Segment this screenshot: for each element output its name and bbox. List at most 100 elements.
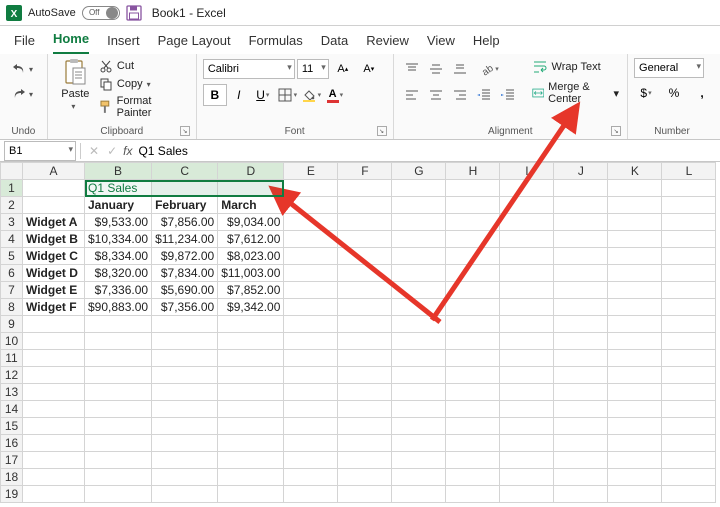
- cell-C5[interactable]: $9,872.00: [152, 248, 218, 265]
- cell-D3[interactable]: $9,034.00: [218, 214, 284, 231]
- cell-L5[interactable]: [662, 248, 716, 265]
- cell-I12[interactable]: [500, 367, 554, 384]
- cell-I16[interactable]: [500, 435, 554, 452]
- cell-E16[interactable]: [284, 435, 338, 452]
- cell-H1[interactable]: [446, 180, 500, 197]
- cell-H4[interactable]: [446, 231, 500, 248]
- cell-K14[interactable]: [608, 401, 662, 418]
- cell-E15[interactable]: [284, 418, 338, 435]
- cell-C9[interactable]: [152, 316, 218, 333]
- tab-home[interactable]: Home: [53, 27, 89, 54]
- worksheet-grid[interactable]: ABCDEFGHIJKL1Q1 Sales2JanuaryFebruaryMar…: [0, 162, 716, 503]
- cell-I5[interactable]: [500, 248, 554, 265]
- row-header-18[interactable]: 18: [1, 469, 23, 486]
- cell-H5[interactable]: [446, 248, 500, 265]
- cell-B17[interactable]: [85, 452, 152, 469]
- col-header-J[interactable]: J: [554, 163, 608, 180]
- cell-I9[interactable]: [500, 316, 554, 333]
- accounting-format-button[interactable]: $▾: [634, 82, 658, 104]
- tab-help[interactable]: Help: [473, 29, 500, 54]
- col-header-E[interactable]: E: [284, 163, 338, 180]
- cell-A9[interactable]: [23, 316, 85, 333]
- cell-A17[interactable]: [23, 452, 85, 469]
- col-header-L[interactable]: L: [662, 163, 716, 180]
- cell-I6[interactable]: [500, 265, 554, 282]
- cell-B18[interactable]: [85, 469, 152, 486]
- tab-view[interactable]: View: [427, 29, 455, 54]
- cell-J18[interactable]: [554, 469, 608, 486]
- cell-L6[interactable]: [662, 265, 716, 282]
- cell-B14[interactable]: [85, 401, 152, 418]
- cell-A7[interactable]: Widget E: [23, 282, 85, 299]
- autosave-toggle[interactable]: Off: [82, 6, 120, 20]
- font-dialog-launcher[interactable]: ↘: [377, 126, 387, 136]
- cell-J19[interactable]: [554, 486, 608, 503]
- cell-D5[interactable]: $8,023.00: [218, 248, 284, 265]
- cell-G19[interactable]: [392, 486, 446, 503]
- cell-B6[interactable]: $8,320.00: [85, 265, 152, 282]
- cell-C12[interactable]: [152, 367, 218, 384]
- cell-D17[interactable]: [218, 452, 284, 469]
- row-header-17[interactable]: 17: [1, 452, 23, 469]
- cell-B1[interactable]: Q1 Sales: [85, 180, 152, 197]
- cell-D4[interactable]: $7,612.00: [218, 231, 284, 248]
- cell-K9[interactable]: [608, 316, 662, 333]
- cell-G8[interactable]: [392, 299, 446, 316]
- cell-G18[interactable]: [392, 469, 446, 486]
- col-header-F[interactable]: F: [338, 163, 392, 180]
- cell-E8[interactable]: [284, 299, 338, 316]
- cell-G12[interactable]: [392, 367, 446, 384]
- cell-I15[interactable]: [500, 418, 554, 435]
- font-size-select[interactable]: [297, 59, 329, 79]
- cell-C4[interactable]: $11,234.00: [152, 231, 218, 248]
- cell-I18[interactable]: [500, 469, 554, 486]
- cell-G17[interactable]: [392, 452, 446, 469]
- row-header-2[interactable]: 2: [1, 197, 23, 214]
- cell-F16[interactable]: [338, 435, 392, 452]
- cell-I1[interactable]: [500, 180, 554, 197]
- cell-A4[interactable]: Widget B: [23, 231, 85, 248]
- cell-K3[interactable]: [608, 214, 662, 231]
- row-header-13[interactable]: 13: [1, 384, 23, 401]
- cell-F3[interactable]: [338, 214, 392, 231]
- cell-H10[interactable]: [446, 333, 500, 350]
- cell-L12[interactable]: [662, 367, 716, 384]
- tab-data[interactable]: Data: [321, 29, 348, 54]
- cell-J6[interactable]: [554, 265, 608, 282]
- cell-E19[interactable]: [284, 486, 338, 503]
- cell-L4[interactable]: [662, 231, 716, 248]
- cell-B9[interactable]: [85, 316, 152, 333]
- cell-E3[interactable]: [284, 214, 338, 231]
- cell-F19[interactable]: [338, 486, 392, 503]
- format-painter-button[interactable]: Format Painter: [97, 94, 190, 120]
- alignment-dialog-launcher[interactable]: ↘: [611, 126, 621, 136]
- cell-H9[interactable]: [446, 316, 500, 333]
- cell-L10[interactable]: [662, 333, 716, 350]
- cell-A10[interactable]: [23, 333, 85, 350]
- cell-E17[interactable]: [284, 452, 338, 469]
- cell-F9[interactable]: [338, 316, 392, 333]
- cell-L18[interactable]: [662, 469, 716, 486]
- cell-I8[interactable]: [500, 299, 554, 316]
- cell-K15[interactable]: [608, 418, 662, 435]
- cell-F12[interactable]: [338, 367, 392, 384]
- cell-L1[interactable]: [662, 180, 716, 197]
- save-icon[interactable]: [126, 5, 142, 21]
- cell-F17[interactable]: [338, 452, 392, 469]
- align-center-button[interactable]: [424, 84, 448, 106]
- align-bottom-button[interactable]: [448, 58, 472, 80]
- cell-F6[interactable]: [338, 265, 392, 282]
- cell-J7[interactable]: [554, 282, 608, 299]
- tab-formulas[interactable]: Formulas: [249, 29, 303, 54]
- row-header-15[interactable]: 15: [1, 418, 23, 435]
- cell-K1[interactable]: [608, 180, 662, 197]
- cell-K17[interactable]: [608, 452, 662, 469]
- cell-I11[interactable]: [500, 350, 554, 367]
- col-header-G[interactable]: G: [392, 163, 446, 180]
- col-header-A[interactable]: A: [23, 163, 85, 180]
- cell-I4[interactable]: [500, 231, 554, 248]
- cell-I7[interactable]: [500, 282, 554, 299]
- cell-F2[interactable]: [338, 197, 392, 214]
- cell-D16[interactable]: [218, 435, 284, 452]
- cell-E1[interactable]: [284, 180, 338, 197]
